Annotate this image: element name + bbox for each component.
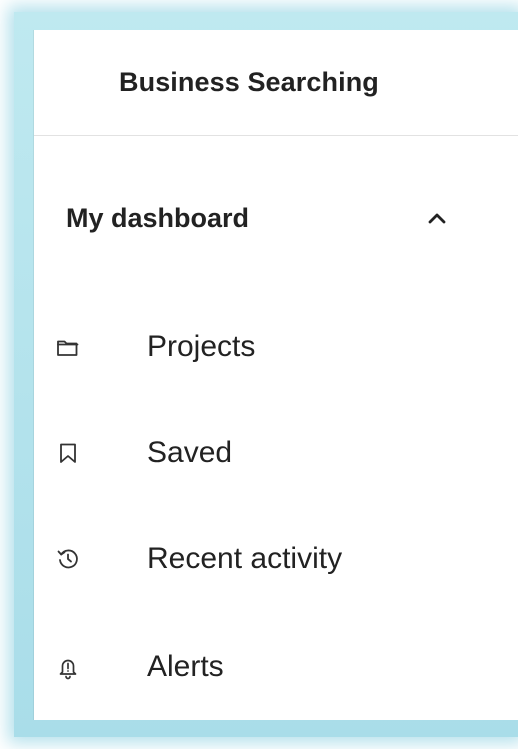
- sidebar-item-label: Projects: [147, 330, 256, 363]
- folder-icon: [54, 333, 82, 361]
- sidebar-item-label: Recent activity: [147, 542, 343, 575]
- sidebar-item-label: Saved: [147, 436, 233, 469]
- sidebar-item-label: Alerts: [147, 650, 224, 683]
- dashboard-section-title: My dashboard: [66, 202, 250, 233]
- app-frame: Business Searching My dashboard Projects: [0, 0, 518, 749]
- my-dashboard-toggle[interactable]: My dashboard: [34, 188, 454, 248]
- chevron-up-icon: [425, 206, 449, 230]
- bookmark-icon: [54, 439, 82, 467]
- sidebar-panel: Business Searching My dashboard Projects: [34, 30, 518, 720]
- app-title: Business Searching: [119, 67, 379, 97]
- sidebar-item-recent-activity[interactable]: Recent activity: [34, 529, 454, 589]
- bell-alert-icon: [54, 653, 82, 681]
- sidebar-item-projects[interactable]: Projects: [34, 317, 454, 377]
- sidebar-item-saved[interactable]: Saved: [34, 423, 454, 483]
- sidebar-header: Business Searching: [34, 30, 518, 136]
- history-icon: [54, 545, 82, 573]
- sidebar-item-alerts[interactable]: Alerts: [34, 637, 454, 697]
